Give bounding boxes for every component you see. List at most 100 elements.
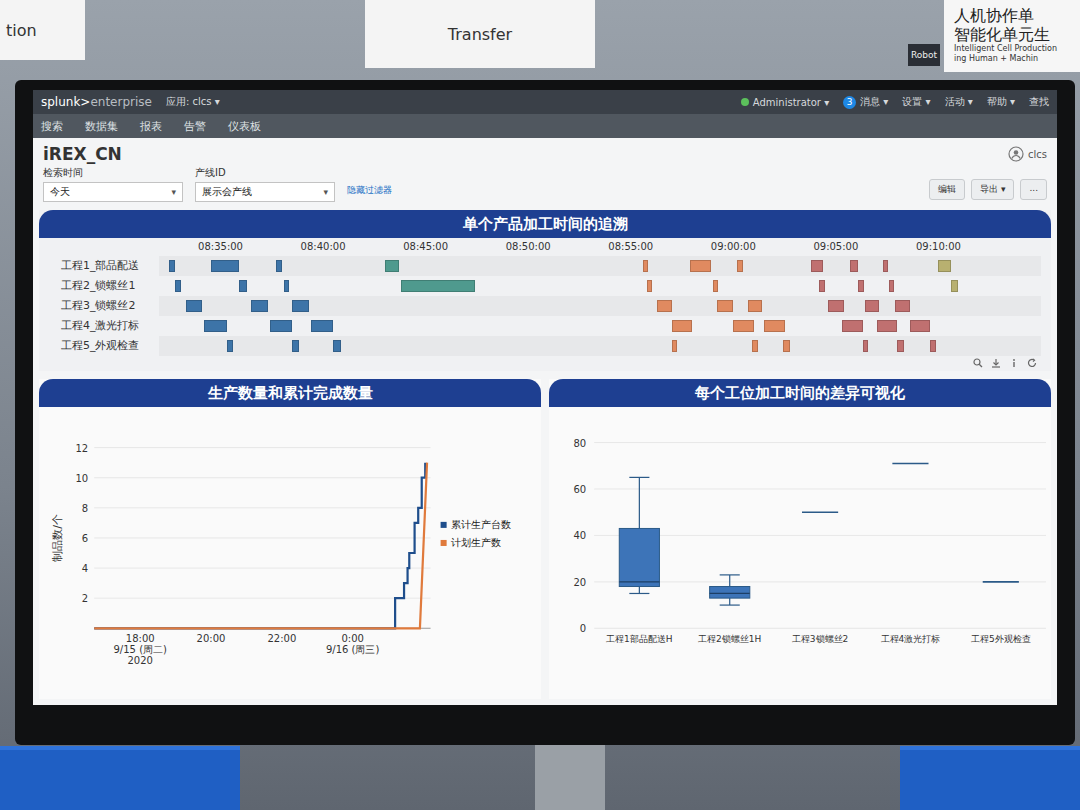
gantt-bar[interactable] (672, 340, 677, 352)
box-plot[interactable]: 工程5外观检查 (971, 582, 1031, 644)
gantt-bar[interactable] (752, 340, 758, 352)
gantt-row-label: 工程5_外观检查 (39, 336, 159, 356)
gantt-bar[interactable] (713, 280, 718, 292)
gantt-bar[interactable] (748, 300, 762, 312)
gantt-bar[interactable] (672, 320, 693, 332)
gantt-bar[interactable] (895, 300, 909, 312)
dashboard-button[interactable]: 导出 ▾ (971, 179, 1014, 200)
grid-line (94, 537, 430, 538)
box-plot[interactable]: 工程4激光打标 (881, 463, 941, 644)
gantt-bar[interactable] (227, 340, 233, 352)
find-link[interactable]: 查找 (1029, 95, 1049, 109)
banner: 人机协作单智能化单元生Intelligent Cell Productionin… (944, 0, 1080, 72)
series-line[interactable] (94, 463, 425, 629)
banner-line: 人机协作单 (954, 6, 1076, 25)
gantt-bar[interactable] (239, 280, 247, 292)
gantt-bar[interactable] (276, 260, 282, 272)
gantt-bar[interactable] (333, 340, 340, 352)
gantt-bar[interactable] (186, 300, 202, 312)
gantt-bar[interactable] (284, 280, 289, 292)
gantt-bar[interactable] (819, 280, 824, 292)
gantt-bar[interactable] (877, 320, 898, 332)
refresh-icon[interactable] (1027, 358, 1037, 368)
user-menu[interactable]: Administrator ▾ (741, 97, 829, 108)
nav-item[interactable]: 搜索 (41, 116, 63, 137)
grid-line (594, 628, 1046, 629)
gantt-bar[interactable] (733, 320, 754, 332)
whisker-cap (720, 604, 740, 605)
gantt-bar[interactable] (865, 300, 879, 312)
gantt-bar[interactable] (951, 280, 958, 292)
gantt-bar[interactable] (910, 320, 931, 332)
download-icon[interactable] (991, 358, 1001, 368)
y-tick-label: 2 (82, 593, 88, 604)
top-menu[interactable]: 帮助 ▾ (987, 95, 1015, 109)
gantt-bar[interactable] (292, 300, 308, 312)
gantt-bar[interactable] (828, 300, 844, 312)
info-icon[interactable] (1009, 358, 1019, 368)
gantt-bar[interactable] (858, 280, 863, 292)
gantt-bar[interactable] (169, 260, 175, 272)
tag: Robot (908, 44, 940, 66)
box-plot[interactable]: 工程3锁螺丝2 (792, 512, 848, 644)
monitor: splunk>enterprise 应用: clcs ▾ Administrator… (15, 80, 1075, 745)
gantt-bar[interactable] (938, 260, 950, 272)
messages-menu[interactable]: 3消息 ▾ (843, 95, 888, 109)
gantt-bar[interactable] (889, 280, 894, 292)
top-menu[interactable]: 设置 ▾ (902, 95, 930, 109)
hide-filters-link[interactable]: 隐藏过滤器 (347, 184, 392, 202)
gantt-bar[interactable] (204, 320, 227, 332)
filter-dropdown[interactable]: 今天▾ (43, 182, 183, 202)
gantt-bar[interactable] (690, 260, 711, 272)
gantt-bar[interactable] (657, 300, 671, 312)
gantt-bar[interactable] (842, 320, 863, 332)
gantt-bar[interactable] (897, 340, 903, 352)
gantt-bar[interactable] (783, 340, 790, 352)
photo-scene: tionTransferRobot人机协作单智能化单元生Intelligent … (0, 0, 1080, 810)
app-menu[interactable]: 应用: clcs ▾ (166, 95, 220, 109)
gantt-bar[interactable] (863, 340, 868, 352)
box-plot[interactable]: 工程1部品配送H (606, 477, 673, 644)
gantt-bar[interactable] (401, 280, 475, 292)
y-tick-label: 4 (82, 563, 88, 574)
table-foreground (0, 745, 1080, 810)
gantt-bar[interactable] (717, 300, 733, 312)
gantt-bar[interactable] (251, 300, 267, 312)
gantt-bar[interactable] (930, 340, 936, 352)
series-line[interactable] (94, 463, 427, 629)
gantt-bar[interactable] (647, 280, 652, 292)
box-plot[interactable]: 工程2锁螺丝1H (698, 575, 761, 644)
grid-line (94, 568, 430, 569)
legend-item[interactable]: 累计生产台数 (441, 519, 511, 530)
gantt-bar[interactable] (292, 340, 299, 352)
gantt-axis: 08:35:0008:40:0008:45:0008:50:0008:55:00… (39, 238, 1051, 256)
top-menu[interactable]: 活动 ▾ (945, 95, 973, 109)
grid-line (594, 442, 1046, 443)
gantt-bar[interactable] (850, 260, 858, 272)
filter-dropdown[interactable]: 展示会产线▾ (195, 182, 335, 202)
gantt-bar[interactable] (764, 320, 785, 332)
x-tick-label: 20:00 (197, 633, 226, 644)
axis-tick-label: 08:35:00 (198, 241, 243, 252)
nav-item[interactable]: 仪表板 (228, 116, 261, 137)
legend-item[interactable]: 计划生产数 (441, 537, 501, 548)
y-tick-label: 0 (580, 623, 586, 634)
search-icon[interactable] (973, 358, 983, 368)
gantt-bar[interactable] (385, 260, 399, 272)
logo[interactable]: splunk>enterprise (41, 95, 152, 109)
gantt-bar[interactable] (737, 260, 742, 272)
gantt-bar[interactable] (270, 320, 293, 332)
gantt-bar[interactable] (211, 260, 239, 272)
dashboard-button[interactable]: 编辑 (929, 179, 965, 200)
gantt-bar[interactable] (811, 260, 822, 272)
gantt-bar[interactable] (883, 260, 888, 272)
gantt-bar[interactable] (175, 280, 180, 292)
nav-item[interactable]: 数据集 (85, 116, 118, 137)
gantt-bar[interactable] (643, 260, 648, 272)
dashboard-button[interactable]: ... (1020, 179, 1047, 200)
nav-item[interactable]: 告警 (184, 116, 206, 137)
exhibition-background: tionTransferRobot人机协作单智能化单元生Intelligent … (0, 0, 1080, 80)
gantt-bar[interactable] (311, 320, 334, 332)
user-box[interactable]: clcs (1008, 146, 1047, 162)
nav-item[interactable]: 报表 (140, 116, 162, 137)
